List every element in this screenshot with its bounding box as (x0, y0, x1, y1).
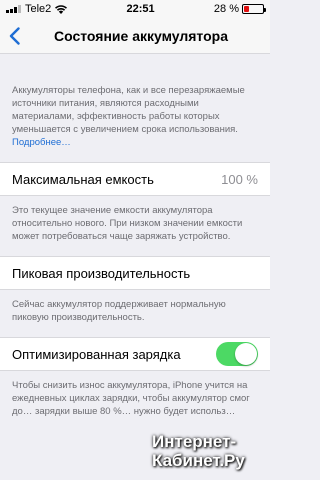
intro-note: Аккумуляторы телефона, как и все перезар… (0, 84, 270, 149)
chevron-left-icon (9, 27, 20, 45)
learn-more-link[interactable]: Подробнее… (12, 137, 71, 148)
max-capacity-label: Максимальная емкость (12, 171, 154, 187)
max-capacity-note: Это текущее значение емкости аккумулятор… (12, 205, 243, 242)
back-button[interactable] (6, 26, 22, 46)
signal-strength-icon (6, 5, 21, 13)
max-capacity-value: 100 % (221, 171, 258, 187)
wifi-icon (55, 4, 68, 14)
peak-performance-note: Сейчас аккумулятор поддерживает нормальн… (12, 299, 226, 323)
clock: 22:51 (126, 3, 155, 15)
intro-text: Аккумуляторы телефона, как и все перезар… (12, 85, 245, 135)
peak-performance-label: Пиковая производительность (12, 265, 191, 281)
optimized-charging-label: Оптимизированная зарядка (12, 346, 181, 362)
battery-fill (243, 6, 250, 12)
navigation-bar: Состояние аккумулятора (0, 18, 270, 54)
page-title: Состояние аккумулятора (53, 27, 228, 44)
battery-icon (241, 4, 266, 14)
peak-performance-row: Пиковая производительность (0, 256, 270, 290)
max-capacity-row: Максимальная емкость 100 % (0, 162, 270, 196)
watermark-logo: Интернет-Кабинет.Ру (152, 432, 245, 470)
toggle-knob (235, 343, 257, 365)
carrier-label: Tele2 (25, 3, 52, 15)
optimized-charging-toggle[interactable] (216, 342, 258, 366)
optimized-charging-row: Оптимизированная зарядка (0, 337, 270, 371)
battery-percent: 28 % (213, 3, 239, 15)
optimized-charging-note: Чтобы снизить износ аккумулятора, iPhone… (12, 380, 250, 417)
status-bar: Tele2 22:51 28 % (0, 0, 270, 18)
